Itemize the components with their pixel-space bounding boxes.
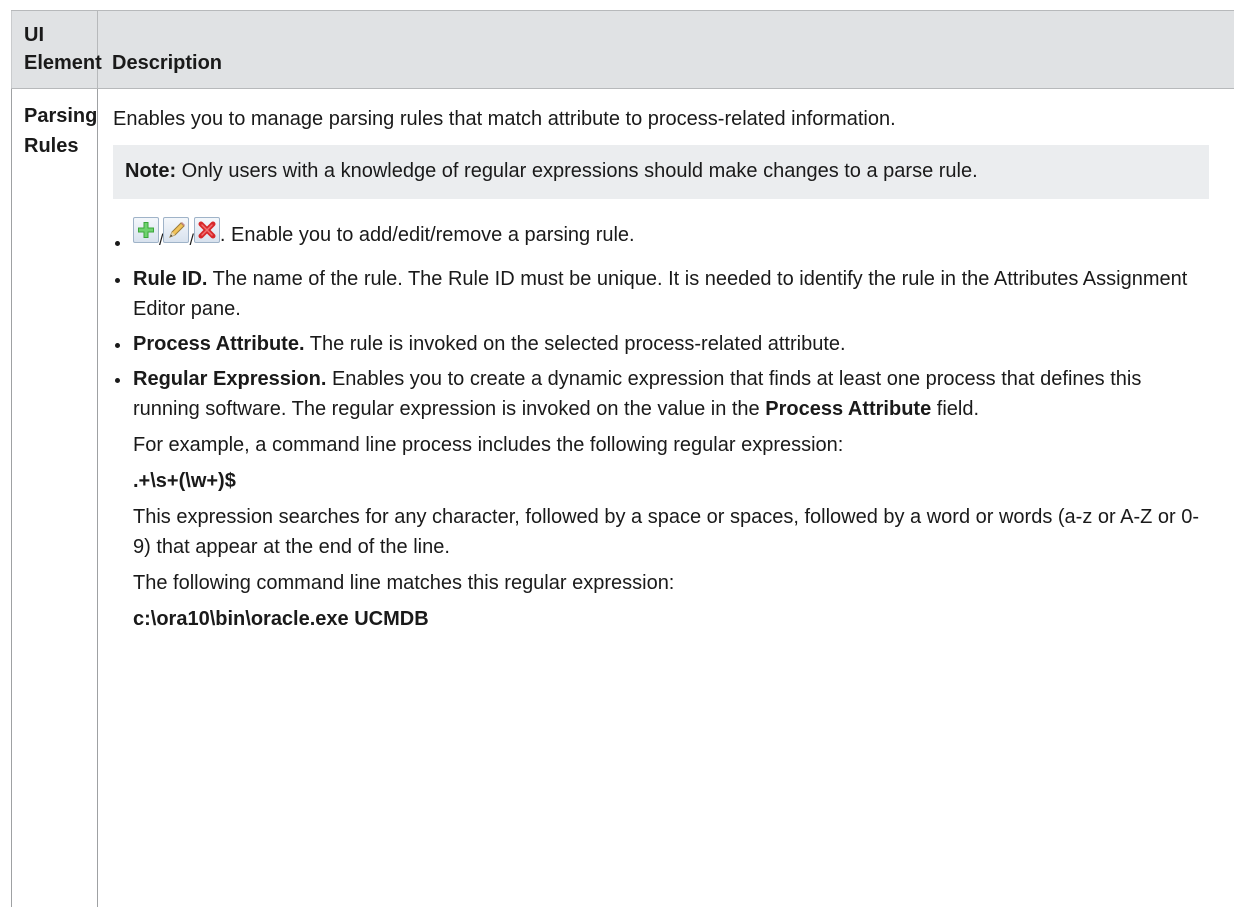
list-item-rule-id: Rule ID. The name of the rule. The Rule … [111,264,1209,324]
text-rule-id: The name of the rule. The Rule ID must b… [133,268,1187,320]
note-box: Note: Only users with a knowledge of reg… [113,145,1209,199]
list-item-toolbar-icons: / / [111,217,1209,259]
text-regular-expression-end: field. [931,398,979,420]
term-rule-id: Rule ID. [133,268,207,290]
remove-icon [194,217,220,243]
add-icon [133,217,159,243]
description-cell: Enables you to manage parsing rules that… [98,89,1234,907]
text-process-attribute: The rule is invoked on the selected proc… [305,333,846,355]
icon-description: . Enable you to add/edit/remove a parsin… [220,224,635,246]
note-label: Note: [125,160,176,182]
term-regular-expression: Regular Expression. [133,368,326,390]
parsing-rule-list: / / [111,217,1209,634]
edit-icon [163,217,189,243]
header-description: Description [98,11,1234,89]
list-item-regular-expression: Regular Expression. Enables you to creat… [111,364,1209,634]
description-intro: Enables you to manage parsing rules that… [111,104,1209,134]
regex-explanation: This expression searches for any charact… [133,502,1209,562]
example-regex: .+\s+(\w+)$ [133,466,1209,496]
note-text: Only users with a knowledge of regular e… [176,160,978,182]
example-intro: For example, a command line process incl… [133,430,1209,460]
term-process-attribute: Process Attribute. [133,333,305,355]
match-intro: The following command line matches this … [133,568,1209,598]
table-row: Parsing Rules Enables you to manage pars… [12,89,1234,907]
match-example: c:\ora10\bin\oracle.exe UCMDB [133,604,1209,634]
inline-process-attribute: Process Attribute [765,398,931,420]
ui-elements-table: UI Element Description Parsing Rules Ena… [11,10,1234,907]
table-header-row: UI Element Description [12,11,1234,89]
header-ui-element: UI Element [12,11,98,89]
ui-element-cell: Parsing Rules [12,89,98,907]
list-item-process-attribute: Process Attribute. The rule is invoked o… [111,329,1209,359]
